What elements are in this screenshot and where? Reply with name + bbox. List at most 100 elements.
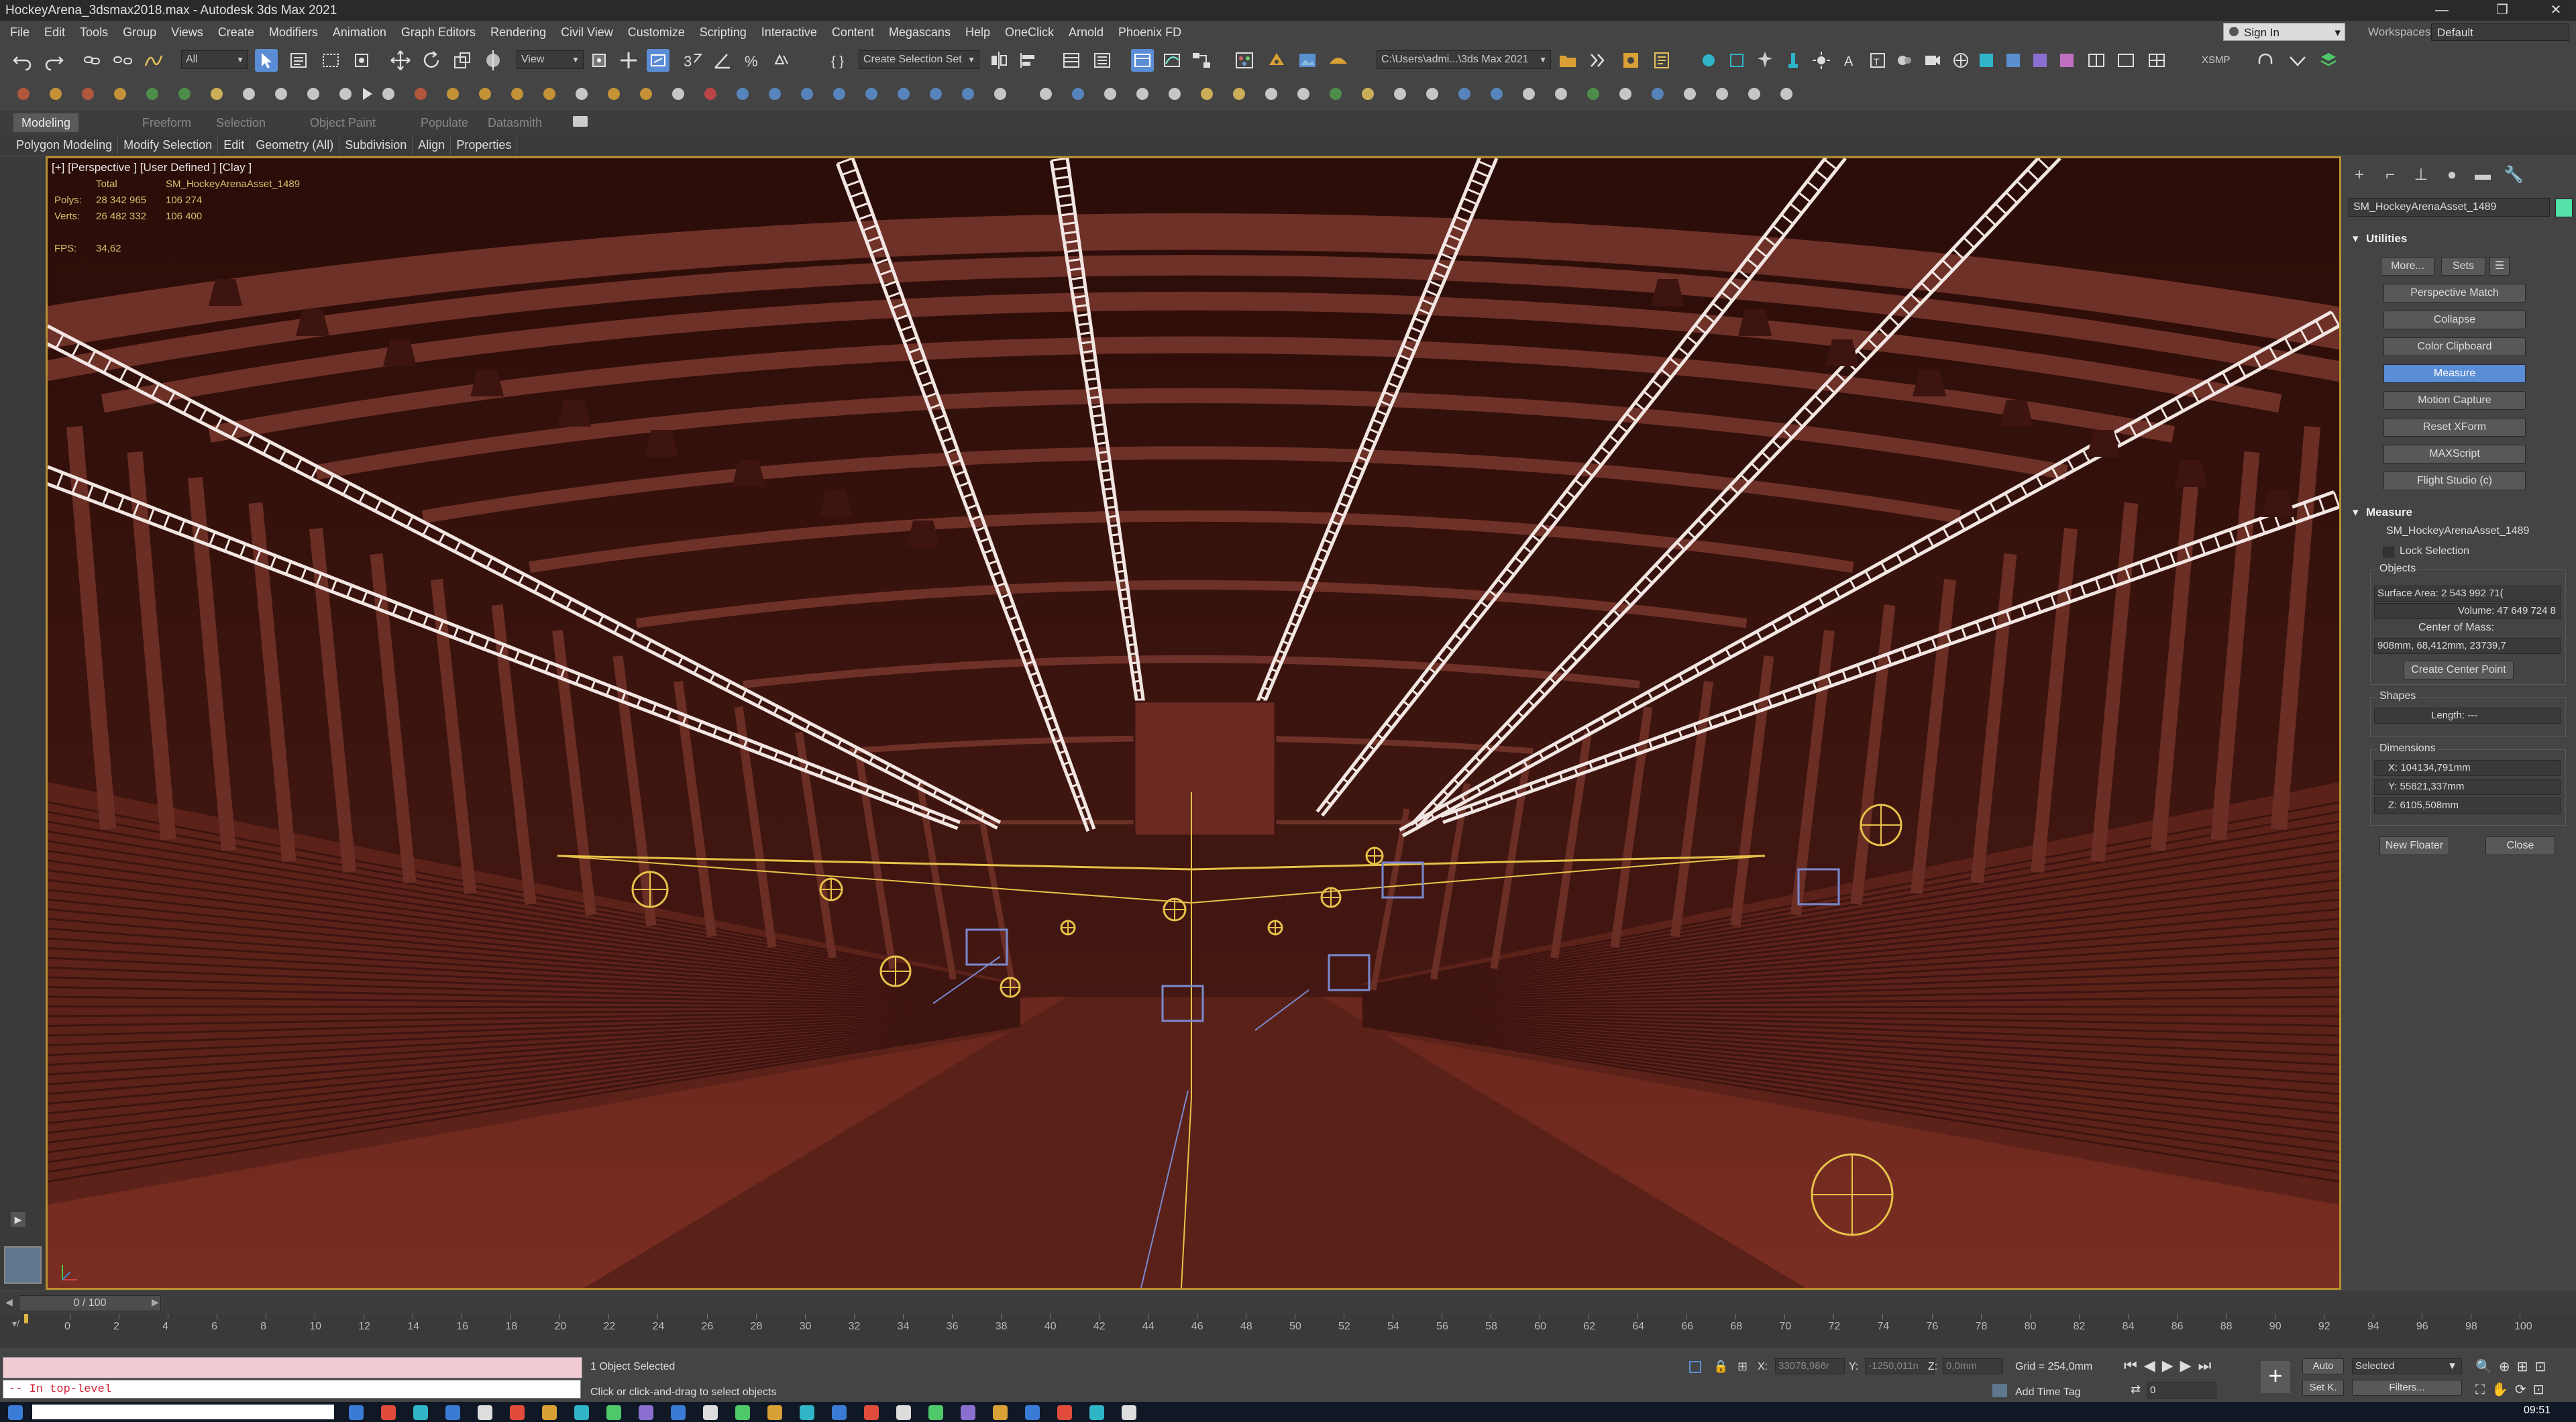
taskbar-app-icon[interactable] — [800, 1405, 814, 1420]
taskbar-app-icon[interactable] — [928, 1405, 943, 1420]
bind-spacewarp-icon[interactable] — [142, 49, 165, 72]
display-panel-icon[interactable]: ▬ — [2469, 162, 2496, 188]
subtab-edit[interactable]: Edit — [218, 135, 251, 155]
window-crossing-icon[interactable] — [350, 49, 373, 72]
spinner-snap-icon[interactable] — [770, 49, 793, 72]
taskbar-search-box[interactable] — [32, 1405, 334, 1419]
toolbar-tool-icon[interactable] — [1260, 83, 1283, 105]
menu-content[interactable]: Content — [824, 21, 881, 44]
toolbar-tool-icon[interactable] — [1485, 83, 1508, 105]
toolbar-tool-icon[interactable] — [699, 83, 722, 105]
toolbar-tool-icon[interactable] — [302, 83, 325, 105]
key-filters-button[interactable]: Filters... — [2352, 1380, 2462, 1396]
tab-selection[interactable]: Selection — [208, 113, 274, 132]
current-frame-field[interactable]: 0 — [2147, 1382, 2216, 1399]
orbit-pan-controls[interactable]: ⛶✋⟳⊡ — [2475, 1381, 2551, 1398]
megascans-icon[interactable] — [2317, 49, 2340, 72]
toolbar-tool-icon[interactable] — [1195, 83, 1218, 105]
next-frame-icon[interactable]: ▶ — [152, 1297, 159, 1308]
toolbar-tool-icon[interactable] — [796, 83, 818, 105]
taskbar-app-icon[interactable] — [1025, 1405, 1040, 1420]
utilities-panel-icon[interactable]: 🔧 — [2500, 162, 2527, 188]
select-manipulate-icon[interactable] — [617, 49, 640, 72]
taskbar-app-icon[interactable] — [993, 1405, 1008, 1420]
tab-datasmith[interactable]: Datasmith — [480, 113, 550, 132]
set-project-folder-icon[interactable] — [1556, 49, 1579, 72]
toolbar-tool-icon[interactable] — [731, 83, 754, 105]
create-center-point-button[interactable]: Create Center Point — [2404, 661, 2514, 679]
toolbar-tool-icon[interactable] — [828, 83, 851, 105]
toolbar-tool-icon[interactable] — [1356, 83, 1379, 105]
project-folder-dropdown[interactable]: C:\Users\admi...\3ds Max 2021 ▼ — [1377, 50, 1551, 69]
arnold-camera-icon[interactable] — [1921, 49, 1944, 72]
layer-explorer-icon[interactable] — [1060, 49, 1083, 72]
menu-file[interactable]: File — [3, 21, 37, 44]
toolbar-tool-icon[interactable] — [409, 83, 432, 105]
viewport-layout-icon[interactable] — [2085, 49, 2108, 72]
utility-collapse-button[interactable]: Collapse — [2383, 311, 2526, 329]
redo-icon[interactable] — [43, 49, 66, 72]
more-tools-icon[interactable] — [1586, 49, 1609, 72]
hierarchy-panel-icon[interactable]: ⊥ — [2408, 162, 2434, 188]
selection-set-dropdown[interactable]: Create Selection Set ▼ — [859, 50, 979, 69]
perspective-viewport[interactable]: [+] [Perspective ] [User Defined ] [Clay… — [46, 156, 2341, 1290]
taskbar-app-icon[interactable] — [1057, 1405, 1072, 1420]
tab-populate[interactable]: Populate — [413, 113, 476, 132]
track-bar[interactable]: 0 2 4 6 8 10 12 14 16 18 20 22 24 26 28 30 32 34 36 38 40 42 4… — [0, 1314, 2576, 1348]
selection-filter-dropdown[interactable]: All ▼ — [181, 50, 248, 69]
taskbar-app-icon[interactable] — [574, 1405, 589, 1420]
menu-interactive[interactable]: Interactive — [754, 21, 824, 44]
minimize-button[interactable]: — — [2422, 0, 2462, 21]
menu-graph-editors[interactable]: Graph Editors — [394, 21, 483, 44]
set-key-icon[interactable]: + — [2261, 1361, 2290, 1393]
link-icon[interactable] — [80, 49, 103, 72]
toolbar-tool-icon[interactable] — [989, 83, 1012, 105]
taskbar-app-icon[interactable] — [445, 1405, 460, 1420]
taskbar-app-icon[interactable] — [671, 1405, 686, 1420]
menu-oneclick[interactable]: OneClick — [998, 21, 1061, 44]
create-panel-icon[interactable]: + — [2346, 162, 2373, 188]
taskbar-app-icon[interactable] — [832, 1405, 847, 1420]
toolbar-tool-icon[interactable] — [173, 83, 196, 105]
align-icon[interactable] — [1017, 49, 1040, 72]
taskbar-app-icon[interactable] — [864, 1405, 879, 1420]
toolbar-tool-icon[interactable] — [474, 83, 496, 105]
snaps-toggle-icon[interactable]: 3 — [682, 49, 704, 72]
taskbar-app-icon[interactable] — [896, 1405, 911, 1420]
vray-icon[interactable] — [2286, 49, 2309, 72]
utility-reset-xform-button[interactable]: Reset XForm — [2383, 418, 2526, 437]
render-setup-icon[interactable] — [1265, 49, 1288, 72]
menu-scripting[interactable]: Scripting — [692, 21, 754, 44]
utility-measure-button[interactable]: Measure — [2383, 364, 2526, 383]
taskbar-app-icon[interactable] — [767, 1405, 782, 1420]
toolbar-tool-icon[interactable] — [1678, 83, 1701, 105]
arnold-volume-icon[interactable] — [1893, 49, 1916, 72]
taskbar-app-icon[interactable] — [1122, 1405, 1136, 1420]
toolbar-tool-icon[interactable] — [76, 83, 99, 105]
set-key-button[interactable]: Set K. — [2302, 1380, 2344, 1396]
toolbar-tool-icon[interactable] — [12, 83, 35, 105]
toolbar-tool-icon[interactable] — [141, 83, 164, 105]
utility-color-clipboard-button[interactable]: Color Clipboard — [2383, 337, 2526, 356]
auto-key-button[interactable]: Auto — [2302, 1358, 2344, 1374]
isolate-selection-icon[interactable] — [1689, 1361, 1701, 1373]
menu-megascans[interactable]: Megascans — [881, 21, 958, 44]
configure-sets-icon[interactable]: ☰ — [2489, 257, 2510, 276]
headphone-icon[interactable] — [2254, 49, 2277, 72]
menu-customize[interactable]: Customize — [621, 21, 692, 44]
new-floater-button[interactable]: New Floater — [2379, 836, 2449, 855]
lock-selection-checkbox[interactable] — [2383, 547, 2394, 557]
maxscript-mini-listener[interactable]: -- In top-level — [3, 1380, 581, 1399]
unlink-icon[interactable] — [111, 49, 134, 72]
subtab-align[interactable]: Align — [413, 135, 451, 155]
menu-tools[interactable]: Tools — [72, 21, 115, 44]
restore-button[interactable]: ❐ — [2482, 0, 2522, 21]
select-object-icon[interactable] — [255, 49, 278, 72]
add-time-tag[interactable]: Add Time Tag — [2015, 1386, 2081, 1399]
render-production-icon[interactable] — [1327, 49, 1350, 72]
arnold-standin-icon[interactable]: T — [1866, 49, 1889, 72]
move-icon[interactable] — [389, 49, 412, 72]
curve-editor-icon[interactable] — [1161, 49, 1183, 72]
schematic-view-icon[interactable] — [1190, 49, 1213, 72]
scale-icon[interactable] — [451, 49, 474, 72]
